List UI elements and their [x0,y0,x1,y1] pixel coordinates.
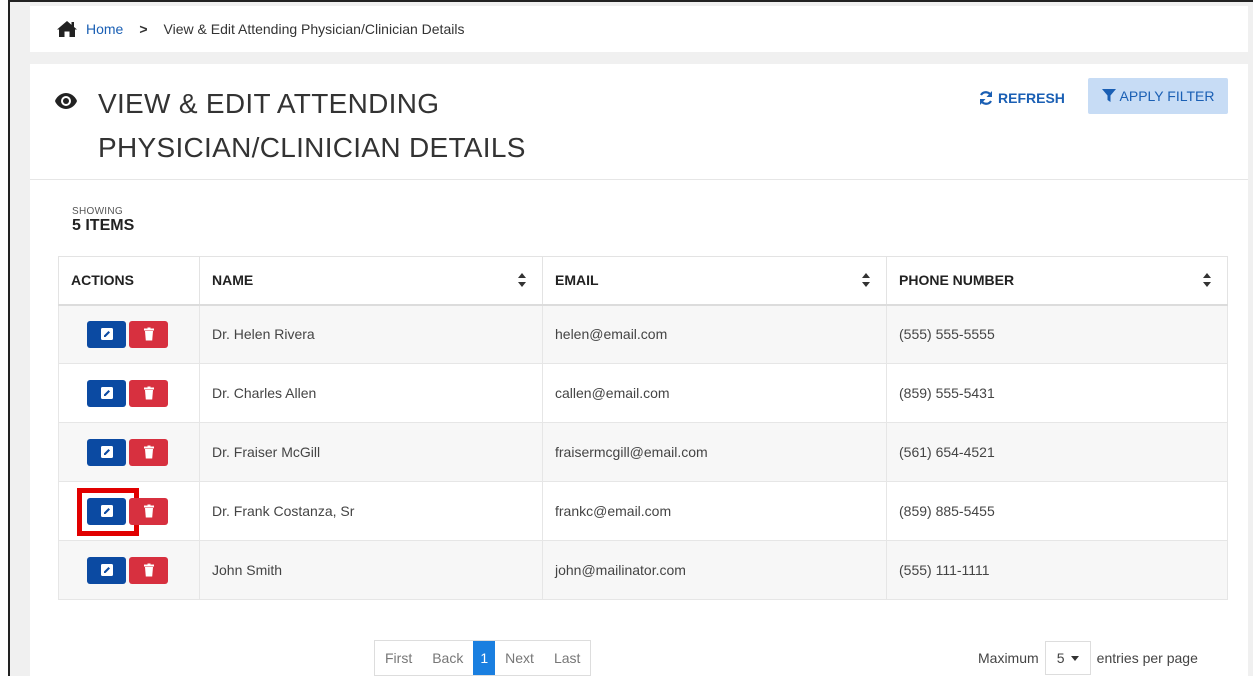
physician-table: ACTIONS NAME EMAIL PHONE NUMBER Dr. Hele… [58,256,1228,600]
page-title: VIEW & EDIT ATTENDING PHYSICIAN/CLINICIA… [98,82,618,170]
edit-icon [100,328,113,341]
cell-name: Dr. Fraiser McGill [199,422,543,482]
cell-phone: (859) 555-5431 [886,363,1228,423]
cell-email: frankc@email.com [542,481,887,541]
table-row: Dr. Frank Costanza, Sr frankc@email.com … [58,481,1228,541]
filter-icon [1101,89,1116,102]
refresh-button[interactable]: REFRESH [978,82,1065,114]
per-page-select[interactable]: 5 [1044,641,1091,675]
column-header-email-label: EMAIL [555,272,599,289]
cell-phone: (555) 555-5555 [886,304,1228,364]
refresh-label: REFRESH [998,90,1065,106]
per-page-prefix: Maximum [978,650,1039,666]
table-row: Dr. Charles Allen callen@email.com (859)… [58,363,1228,423]
pagination-next[interactable]: Next [495,641,544,675]
pagination: First Back 1 Next Last [374,640,592,676]
per-page-value: 5 [1056,650,1065,666]
edit-button[interactable] [87,556,126,584]
page-title-line2: PHYSICIAN/CLINICIAN DETAILS [98,132,526,163]
table-row: John Smith john@mailinator.com (555) 111… [58,540,1228,600]
cell-name: Dr. Frank Costanza, Sr [199,481,543,541]
trash-icon [143,327,154,341]
delete-button[interactable] [129,556,168,584]
sort-icon[interactable] [1203,273,1211,287]
delete-button[interactable] [129,320,168,348]
actions-cell [58,304,200,364]
breadcrumb-current: View & Edit Attending Physician/Clinicia… [163,21,465,37]
cell-email: fraisermcgill@email.com [542,422,887,482]
actions-cell [58,540,200,600]
pagination-page-1[interactable]: 1 [473,641,496,675]
column-header-phone-label: PHONE NUMBER [899,272,1015,289]
eye-icon [54,92,78,110]
edit-button[interactable] [87,438,126,466]
edit-icon [100,446,113,458]
cell-email: helen@email.com [542,304,887,364]
trash-icon [143,445,154,459]
table-row: Dr. Helen Rivera helen@email.com (555) 5… [58,304,1228,364]
cell-name: Dr. Helen Rivera [199,304,543,364]
cell-email: john@mailinator.com [542,540,887,600]
refresh-icon [979,91,993,105]
cell-name: John Smith [199,540,543,600]
sort-icon[interactable] [518,273,526,287]
page-title-line1: VIEW & EDIT ATTENDING [98,88,440,119]
actions-cell [58,363,200,423]
pagination-last[interactable]: Last [544,641,590,675]
edit-button[interactable] [87,320,126,348]
app-frame: Home > View & Edit Attending Physician/C… [8,0,1253,676]
table-row: Dr. Fraiser McGill fraisermcgill@email.c… [58,422,1228,482]
breadcrumb: Home > View & Edit Attending Physician/C… [30,6,1248,52]
entries-per-page: Maximum 5 entries per page [978,640,1198,676]
sort-icon[interactable] [862,273,870,287]
table-header-row: ACTIONS NAME EMAIL PHONE NUMBER [58,256,1228,306]
edit-icon [100,505,113,517]
per-page-suffix: entries per page [1096,650,1198,666]
cell-email: callen@email.com [542,363,887,423]
trash-icon [143,504,154,518]
column-header-name[interactable]: NAME [199,256,543,306]
edit-icon [100,564,113,576]
delete-button[interactable] [129,438,168,466]
main-panel: VIEW & EDIT ATTENDING PHYSICIAN/CLINICIA… [30,64,1248,676]
delete-button[interactable] [129,379,168,407]
apply-filter-label: APPLY FILTER [1119,88,1215,104]
edit-icon [100,387,113,399]
item-count: 5 ITEMS [72,217,135,234]
caret-down-icon [1070,655,1079,661]
cell-phone: (561) 654-4521 [886,422,1228,482]
column-header-name-label: NAME [212,272,254,289]
column-header-email[interactable]: EMAIL [542,256,887,306]
actions-cell [58,481,200,541]
edit-button[interactable] [87,497,126,525]
apply-filter-button[interactable]: APPLY FILTER [1088,78,1228,114]
showing-label: SHOWING [72,206,123,217]
column-header-phone[interactable]: PHONE NUMBER [886,256,1228,306]
pagination-back[interactable]: Back [422,641,473,675]
column-header-actions: ACTIONS [58,256,200,306]
cell-phone: (555) 111-1111 [886,540,1228,600]
breadcrumb-home-link[interactable]: Home [86,21,123,37]
actions-cell [58,422,200,482]
trash-icon [143,563,154,577]
panel-header: VIEW & EDIT ATTENDING PHYSICIAN/CLINICIA… [30,64,1248,180]
edit-button[interactable] [87,379,126,407]
trash-icon [143,386,154,400]
delete-button[interactable] [129,497,168,525]
pagination-first[interactable]: First [375,641,422,675]
item-count-summary: SHOWING 5 ITEMS [72,206,134,235]
cell-name: Dr. Charles Allen [199,363,543,423]
cell-phone: (859) 885-5455 [886,481,1228,541]
home-icon[interactable] [56,20,78,38]
breadcrumb-separator: > [139,21,148,37]
